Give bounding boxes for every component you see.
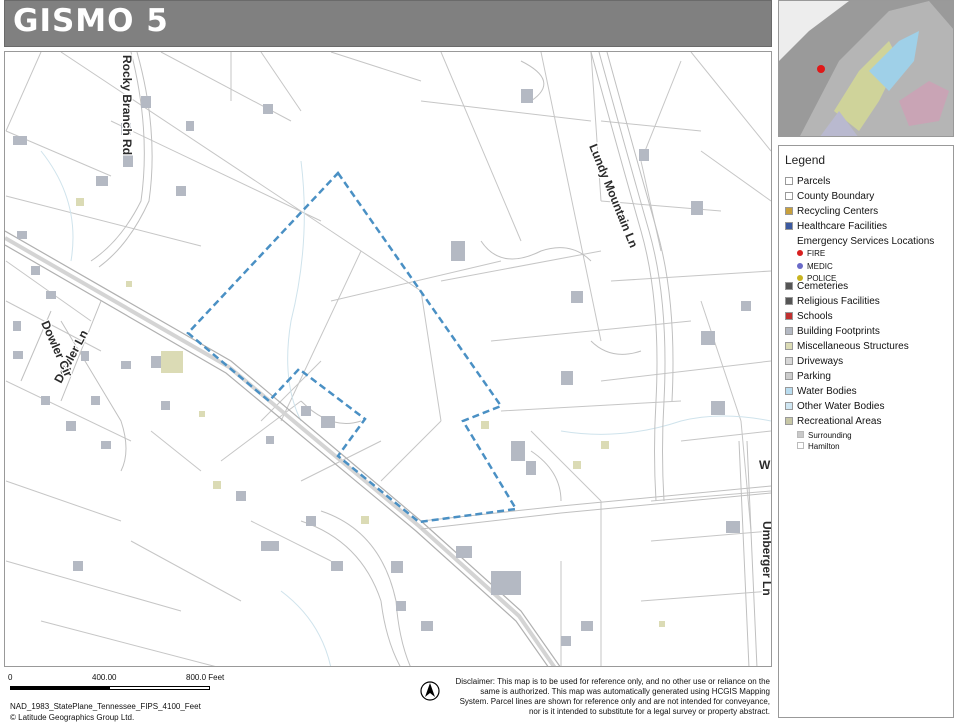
legend-swatch bbox=[785, 387, 793, 395]
road-label-lundy-mountain: Lundy Mountain Ln bbox=[586, 142, 640, 250]
legend-swatch bbox=[785, 312, 793, 320]
map-title: GISMO 5 bbox=[13, 3, 169, 39]
disclaimer-text: Disclaimer: This map is to be used for r… bbox=[455, 677, 770, 716]
legend-item: Healthcare Facilities bbox=[785, 221, 887, 232]
overview-location-dot bbox=[817, 65, 825, 73]
road-label-w: W bbox=[759, 458, 771, 472]
legend-subitem-label: Surrounding bbox=[808, 431, 852, 440]
legend-item-label: Parcels bbox=[797, 176, 831, 187]
legend-title: Legend bbox=[785, 153, 826, 167]
legend-item: Emergency Services Locations bbox=[797, 236, 934, 247]
legend-item-label: Schools bbox=[797, 311, 833, 322]
legend-swatch bbox=[785, 192, 793, 200]
legend-item: Religious Facilities bbox=[785, 296, 880, 307]
legend-item-label: Building Footprints bbox=[797, 326, 880, 337]
north-arrow-icon bbox=[420, 681, 440, 701]
streams bbox=[40, 150, 771, 666]
legend-item: Water Bodies bbox=[785, 386, 857, 397]
projection-text: NAD_1983_StatePlane_Tennessee_FIPS_4100_… bbox=[10, 702, 201, 711]
misc-structures bbox=[76, 198, 665, 627]
legend-item-label: Parking bbox=[797, 371, 831, 382]
legend-item: Schools bbox=[785, 311, 833, 322]
road-label-rocky-branch: Rocky Branch Rd bbox=[120, 55, 134, 155]
legend-swatch bbox=[797, 442, 804, 449]
legend-swatch bbox=[785, 222, 793, 230]
legend-item-label: Recycling Centers bbox=[797, 206, 879, 217]
legend-subitem-label: POLICE bbox=[807, 274, 837, 283]
main-highway bbox=[5, 230, 561, 666]
legend-item-label: County Boundary bbox=[797, 191, 875, 202]
legend-dot-icon bbox=[797, 250, 803, 256]
overview-canvas bbox=[779, 1, 953, 136]
legend-item: Building Footprints bbox=[785, 326, 880, 337]
scale-bar: 0 400.00 800.0 Feet NAD_1983_StatePlane_… bbox=[8, 673, 428, 722]
legend-panel: Legend Parcels County Boundary Recycling C… bbox=[778, 145, 954, 718]
legend-subitem-label: MEDIC bbox=[807, 262, 833, 271]
legend-item-label: Miscellaneous Structures bbox=[797, 341, 909, 352]
legend-item: Driveways bbox=[785, 356, 843, 367]
legend-swatch bbox=[785, 297, 793, 305]
title-bar: GISMO 5 bbox=[4, 0, 772, 47]
legend-subitem: Hamilton bbox=[797, 442, 840, 451]
legend-dot-icon bbox=[797, 275, 803, 281]
legend-swatch bbox=[797, 431, 804, 438]
legend-swatch bbox=[785, 177, 793, 185]
legend-subitem: FIRE bbox=[797, 249, 825, 258]
legend-item-label: Recreational Areas bbox=[797, 416, 882, 427]
scale-label-1: 400.00 bbox=[92, 673, 117, 682]
legend-item: Parking bbox=[785, 371, 831, 382]
scale-label-0: 0 bbox=[8, 673, 13, 682]
legend-subitem-label: FIRE bbox=[807, 249, 826, 258]
legend-item: Miscellaneous Structures bbox=[785, 341, 909, 352]
scale-bar-graphic bbox=[10, 686, 210, 690]
legend-subitem-label: Hamilton bbox=[808, 442, 840, 451]
legend-item-label: Healthcare Facilities bbox=[797, 221, 888, 232]
scale-label-2: 800.0 Feet bbox=[186, 673, 225, 682]
legend-item-label: Emergency Services Locations bbox=[797, 236, 935, 247]
legend-item-label: Water Bodies bbox=[797, 386, 857, 397]
legend-dot-icon bbox=[797, 263, 803, 269]
legend-subitem: POLICE bbox=[797, 274, 836, 283]
legend-subitem: Surrounding bbox=[797, 431, 852, 440]
legend-subitem: MEDIC bbox=[797, 262, 833, 271]
legend-swatch bbox=[785, 327, 793, 335]
legend-item: Recreational Areas bbox=[785, 416, 882, 427]
road-label-umberger: Umberger Ln bbox=[760, 521, 772, 596]
legend-item-label: Driveways bbox=[797, 356, 844, 367]
legend-item: County Boundary bbox=[785, 191, 874, 202]
legend-swatch bbox=[785, 357, 793, 365]
copyright-text: © Latitude Geographics Group Ltd. bbox=[10, 713, 135, 722]
legend-swatch bbox=[785, 342, 793, 350]
legend-item-label: Other Water Bodies bbox=[797, 401, 885, 412]
map-canvas[interactable]: Rocky Branch Rd Lundy Mountain Ln Dowler… bbox=[5, 52, 772, 667]
legend-swatch bbox=[785, 417, 793, 425]
legend-swatch bbox=[785, 372, 793, 380]
legend-item: Parcels bbox=[785, 176, 830, 187]
overview-map[interactable] bbox=[778, 0, 954, 137]
map-view[interactable]: Rocky Branch Rd Lundy Mountain Ln Dowler… bbox=[4, 51, 772, 667]
legend-swatch bbox=[785, 282, 793, 290]
legend-swatch bbox=[785, 207, 793, 215]
legend-swatch bbox=[785, 402, 793, 410]
legend-item: Other Water Bodies bbox=[785, 401, 884, 412]
legend-item-label: Religious Facilities bbox=[797, 296, 880, 307]
legend-item: Recycling Centers bbox=[785, 206, 878, 217]
